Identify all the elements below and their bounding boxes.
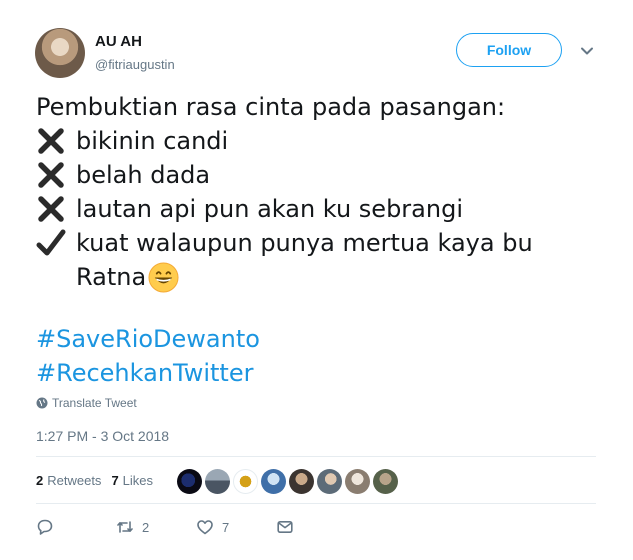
retweet-icon [117,521,133,533]
hashtag-link[interactable]: #RecehkanTwitter [36,356,596,390]
liker-avatar[interactable] [261,469,286,494]
display-name[interactable]: AU AH [95,33,142,50]
tweet-item: belah dada [36,158,596,192]
tweet-continuation-text: Ratna [76,263,147,291]
follow-button[interactable]: Follow [456,33,562,67]
tweet-timestamp[interactable]: 1:27 PM - 3 Oct 2018 [36,428,169,444]
tweet-actions: 2 7 [36,518,294,536]
liker-avatar[interactable] [345,469,370,494]
like-button[interactable]: 7 [196,518,276,536]
tweet-item-text: kuat walaupun punya mertua kaya bu [76,229,533,257]
like-count: 7 [222,519,230,535]
likers-avatars [177,469,401,494]
direct-message-button[interactable] [276,518,294,536]
liker-avatar[interactable] [233,469,258,494]
translate-tweet-label[interactable]: Translate Tweet [52,396,137,410]
globe-icon [36,397,48,409]
hashtag-link[interactable]: #SaveRioDewanto [36,322,596,356]
liker-avatar[interactable] [205,469,230,494]
liker-avatar[interactable] [177,469,202,494]
likes-count[interactable]: 7 [111,473,118,488]
retweets-label[interactable]: Retweets [47,473,101,488]
reply-button[interactable] [36,518,116,536]
user-handle[interactable]: @fitriaugustin [95,57,175,72]
cross-mark-icon [38,162,64,188]
retweet-count: 2 [142,519,150,535]
liker-avatar[interactable] [373,469,398,494]
divider [36,456,596,457]
heart-icon [197,520,213,535]
retweet-button[interactable]: 2 [116,518,196,536]
liker-avatar[interactable] [289,469,314,494]
tweet-item: lautan api pun akan ku sebrangi [36,192,596,226]
divider [36,503,596,504]
tweet-intro: Pembuktian rasa cinta pada pasangan: [36,93,506,121]
tweet-text: Pembuktian rasa cinta pada pasangan: bik… [36,90,596,390]
tweet-item-text: bikinin candi [76,127,229,155]
chevron-down-icon[interactable] [580,44,594,58]
likes-label[interactable]: Likes [123,473,153,488]
tweet-item: kuat walaupun punya mertua kaya bu [36,226,596,260]
user-avatar[interactable] [35,28,85,78]
tweet-item: bikinin candi [36,124,596,158]
liker-avatar[interactable] [317,469,342,494]
grinning-face-emoji-icon [148,261,179,293]
check-mark-icon [36,229,66,256]
cross-mark-icon [38,128,64,154]
translate-tweet-link[interactable]: Translate Tweet [36,396,137,410]
reply-icon [37,519,53,535]
tweet-item-text: belah dada [76,161,211,189]
retweets-count[interactable]: 2 [36,473,43,488]
tweet-item-text: lautan api pun akan ku sebrangi [76,195,463,223]
envelope-icon [277,520,293,533]
cross-mark-icon [38,196,64,222]
tweet-item-continuation: Ratna [36,260,596,294]
tweet-stats: 2 Retweets 7 Likes [36,473,153,488]
